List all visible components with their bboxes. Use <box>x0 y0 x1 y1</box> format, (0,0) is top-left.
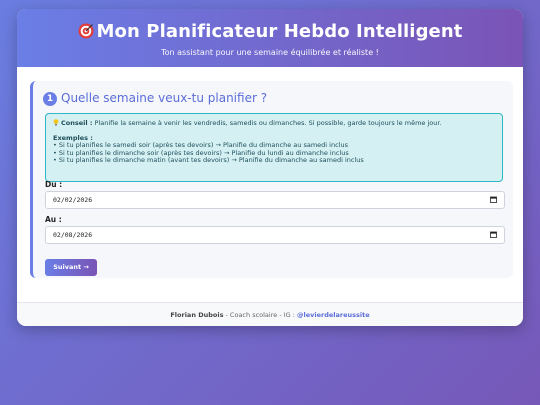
from-date-input[interactable]: 02/02/2026 <box>45 191 505 209</box>
tip-row: Conseil : Planifie la semaine à venir le… <box>53 119 495 128</box>
step-section: 1 Quelle semaine veux-tu planifier ? Cons… <box>30 81 513 278</box>
footer-text: - Coach scolaire - IG : <box>223 311 298 319</box>
from-label: Du : <box>45 180 63 189</box>
footer-name: Florian Dubois <box>170 311 224 319</box>
page-title: Mon Planificateur Hebdo Intelligent <box>17 9 523 43</box>
calendar-icon[interactable] <box>490 231 497 238</box>
target-icon <box>78 23 94 39</box>
step-number-badge: 1 <box>43 92 57 106</box>
next-button[interactable]: Suivant → <box>45 259 97 276</box>
header: Mon Planificateur Hebdo Intelligent Ton … <box>17 9 523 67</box>
calendar-icon[interactable] <box>490 196 497 203</box>
tip-label: Conseil : <box>61 119 93 127</box>
to-date-input[interactable]: 02/08/2026 <box>45 226 505 244</box>
lightbulb-icon <box>53 119 59 126</box>
example-item: • Si tu planifies le dimanche matin (ava… <box>53 156 364 164</box>
tip-box: Conseil : Planifie la semaine à venir le… <box>45 113 503 182</box>
to-label: Au : <box>45 215 62 224</box>
planner-card: Mon Planificateur Hebdo Intelligent Ton … <box>17 9 523 326</box>
step-heading: 1 Quelle semaine veux-tu planifier ? <box>43 91 267 106</box>
step-title: Quelle semaine veux-tu planifier ? <box>61 91 268 105</box>
footer: Florian Dubois - Coach scolaire - IG : @… <box>17 302 523 326</box>
page-title-text: Mon Planificateur Hebdo Intelligent <box>96 21 463 42</box>
from-date-value: 02/02/2026 <box>53 196 93 204</box>
tip-text: Planifie la semaine à venir les vendredi… <box>94 119 442 127</box>
to-date-value: 02/08/2026 <box>53 231 93 239</box>
page-subtitle: Ton assistant pour une semaine équilibré… <box>161 48 379 57</box>
instagram-link[interactable]: @levierdelareussite <box>297 311 370 319</box>
